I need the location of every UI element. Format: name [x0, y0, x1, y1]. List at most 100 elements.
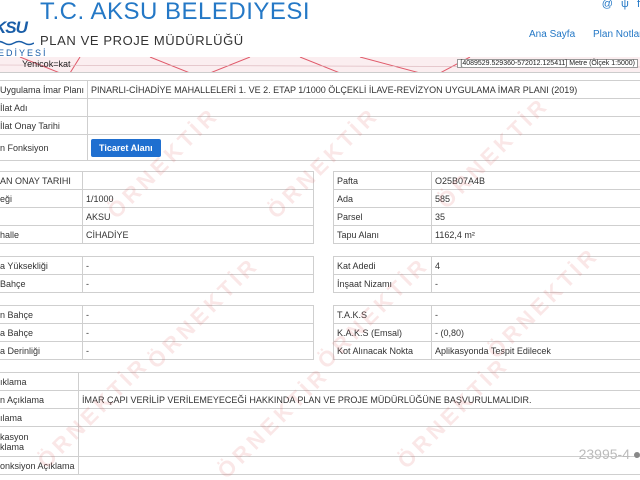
row-value [78, 456, 640, 475]
map-view[interactable]: Yenicok=kat [4089529.529360-572012.12541… [0, 57, 640, 73]
table-row: İnşaat Nizamı - [333, 274, 640, 293]
row-label [0, 207, 83, 226]
row-value: 35 [431, 207, 640, 226]
row-value: 585 [431, 189, 640, 208]
row-value: 1/1000 [82, 189, 314, 208]
table-row: Pafta O25B07A4B [333, 171, 640, 190]
row-label: İlat Adı [0, 98, 89, 117]
row-value: İMAR ÇAPI VERİLİP VERİLEMEYECEĞİ HAKKIND… [78, 390, 640, 409]
table-row: T.A.K.S - [333, 305, 640, 324]
row-value: - [82, 305, 314, 324]
logo-text-top: KSU [0, 18, 28, 37]
garden-table: n Bahçe - a Bahçe - a Derinliği - [0, 305, 314, 360]
table-row: onksiyon Açıklama [0, 456, 640, 475]
table-row: halle CİHADİYE [0, 225, 314, 244]
row-value: CİHADİYE [82, 225, 314, 244]
row-value: - [82, 274, 314, 293]
plan-info-table: Uygulama İmar Planı PINARLI-CİHADİYE MAH… [0, 80, 640, 161]
row-label: a Bahçe [0, 323, 83, 342]
logo-wave-icon [0, 40, 34, 46]
table-row: Kot Alınacak Nokta Aplikasyonda Tespit Ed… [333, 341, 640, 360]
table-row: AKSU [0, 207, 314, 226]
row-label: Uygulama İmar Planı [0, 80, 89, 99]
table-row: a Yüksekliği - [0, 256, 314, 275]
table-row: Ada 585 [333, 189, 640, 208]
row-label: Parsel [333, 207, 432, 226]
row-label: İlat Onay Tarihi [0, 116, 89, 135]
row-value: Ticaret Alanı [87, 134, 640, 161]
function-button[interactable]: Ticaret Alanı [91, 138, 161, 157]
table-row: AN ONAY TARIHI [0, 171, 314, 190]
row-value [78, 408, 640, 427]
listing-number-text: 23995-4 [578, 446, 630, 462]
row-value [78, 426, 640, 457]
table-row: K.A.K.S (Emsal) - (0,80) [333, 323, 640, 342]
table-row: ılama [0, 408, 640, 427]
floor-table: Kat Adedi 4 İnşaat Nizamı - [333, 256, 640, 293]
row-value [78, 372, 640, 391]
table-row: İlat Onay Tarihi [0, 116, 640, 135]
row-label: T.A.K.S [333, 305, 432, 324]
row-label: Kat Adedi [333, 256, 432, 275]
row-value: - [82, 341, 314, 360]
row-label: ılama [0, 408, 79, 427]
row-label: n Açıklama [0, 390, 79, 409]
table-row: kasyon klama [0, 426, 640, 457]
page-title: T.C. AKSU BELEDİYESİ [40, 0, 311, 25]
row-label: AN ONAY TARIHI [0, 171, 83, 190]
map-coordinates: [4089529.529360-572012.125411] Metre (Öl… [457, 59, 638, 68]
row-label: a Derinliği [0, 341, 83, 360]
social-links: @ ψ f [597, 0, 640, 10]
nav-plan-notes[interactable]: Plan Notları [593, 29, 640, 40]
row-value [87, 98, 640, 117]
table-row: a Derinliği - [0, 341, 314, 360]
row-label: n Bahçe [0, 305, 83, 324]
row-label: Pafta [333, 171, 432, 190]
row-label: Ada [333, 189, 432, 208]
row-label: Bahçe [0, 274, 83, 293]
row-label: kasyon klama [0, 426, 79, 457]
row-value: - (0,80) [431, 323, 640, 342]
table-row: Kat Adedi 4 [333, 256, 640, 275]
row-value [82, 171, 314, 190]
nav-home[interactable]: Ana Sayfa [529, 29, 575, 40]
twitter-icon[interactable]: ψ [621, 0, 629, 10]
table-row: Parsel 35 [333, 207, 640, 226]
height-table: a Yüksekliği - Bahçe - [0, 256, 314, 293]
row-label: halle [0, 225, 83, 244]
row-value: 1162,4 m² [431, 225, 640, 244]
table-row: Bahçe - [0, 274, 314, 293]
parcel-table: Pafta O25B07A4B Ada 585 Parsel 35 Tapu Alan… [333, 171, 640, 244]
table-row: eği 1/1000 [0, 189, 314, 208]
instagram-icon[interactable]: @ [602, 0, 613, 10]
table-row: a Bahçe - [0, 323, 314, 342]
row-value: Aplikasyonda Tespit Edilecek [431, 341, 640, 360]
row-value: 4 [431, 256, 640, 275]
coverage-table: T.A.K.S - K.A.K.S (Emsal) - (0,80) Kot Alı… [333, 305, 640, 360]
notes-table: ıklama n Açıklama İMAR ÇAPI VERİLİP VERİL… [0, 372, 640, 475]
table-row: n Açıklama İMAR ÇAPI VERİLİP VERİLEMEYECE… [0, 390, 640, 409]
table-row: Tapu Alanı 1162,4 m² [333, 225, 640, 244]
row-label: K.A.K.S (Emsal) [333, 323, 432, 342]
map-label: Yenicok=kat [22, 59, 71, 69]
table-row: n Fonksiyon Ticaret Alanı [0, 134, 640, 161]
table-row: ıklama [0, 372, 640, 391]
listing-number: 23995-4 [579, 446, 640, 462]
row-value: - [82, 323, 314, 342]
row-label: a Yüksekliği [0, 256, 83, 275]
row-label: n Fonksiyon [0, 134, 89, 161]
dot-icon [634, 452, 640, 459]
site-header: KSU EDİYESİ T.C. AKSU BELEDİYESİ PLAN VE… [0, 0, 640, 58]
row-value: PINARLI-CİHADİYE MAHALLELERİ 1. VE 2. ET… [87, 80, 640, 99]
row-value: - [431, 274, 640, 293]
row-label: Tapu Alanı [333, 225, 432, 244]
row-value [87, 116, 640, 135]
row-label: İnşaat Nizamı [333, 274, 432, 293]
row-label: Kot Alınacak Nokta [333, 341, 432, 360]
row-value: - [82, 256, 314, 275]
page-subtitle: PLAN VE PROJE MÜDÜRLÜĞÜ [40, 33, 244, 48]
row-label: onksiyon Açıklama [0, 456, 79, 475]
row-value: - [431, 305, 640, 324]
table-row: n Bahçe - [0, 305, 314, 324]
municipality-logo[interactable]: KSU EDİYESİ [0, 18, 46, 58]
